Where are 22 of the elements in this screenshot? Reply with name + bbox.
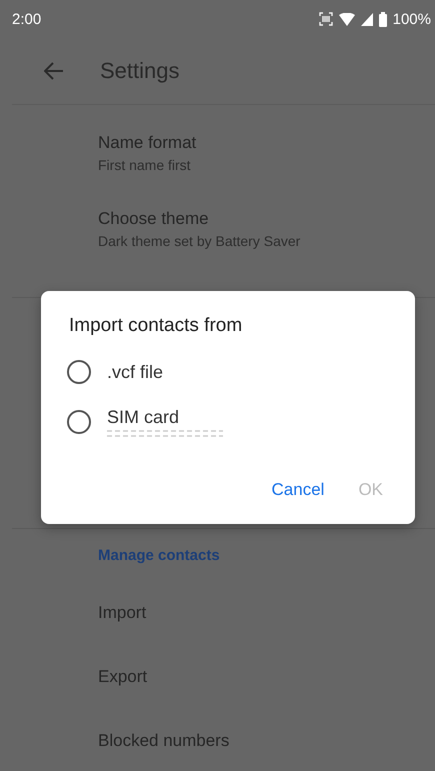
battery-level: 100% <box>392 10 431 28</box>
setting-title[interactable]: Import <box>98 603 435 623</box>
app-bar-title: Settings <box>100 58 180 84</box>
setting-title[interactable]: Name format <box>98 133 435 153</box>
dialog-title: Import contacts from <box>69 315 244 337</box>
status-time: 2:00 <box>12 10 42 28</box>
wifi-icon <box>338 12 355 26</box>
setting-title[interactable]: Choose theme <box>98 209 435 229</box>
scanner-icon <box>318 12 333 26</box>
option-label[interactable]: .vcf file <box>107 362 164 382</box>
option-label[interactable]: SIM card <box>107 406 223 428</box>
dialog-button[interactable]: Cancel <box>262 474 334 506</box>
back-arrow-icon[interactable] <box>44 62 64 80</box>
section-header: Manage contacts <box>98 546 221 564</box>
setting-subtitle: Dark theme set by Battery Saver <box>98 233 302 249</box>
radio-button[interactable] <box>67 360 91 384</box>
setting-subtitle: First name first <box>98 157 192 173</box>
signal-icon <box>360 12 373 26</box>
setting-title[interactable]: Blocked numbers <box>98 731 435 751</box>
battery-icon <box>378 12 387 26</box>
setting-title[interactable]: Export <box>98 667 435 687</box>
radio-button[interactable] <box>67 410 91 434</box>
